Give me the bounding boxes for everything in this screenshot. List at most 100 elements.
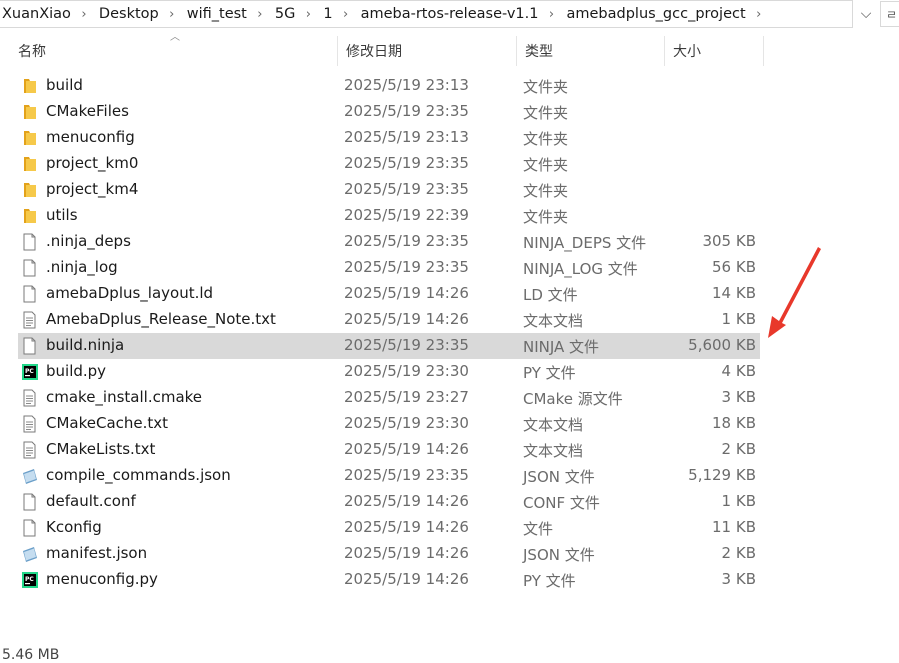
pycharm-icon: PC: [21, 363, 38, 381]
file-date: 2025/5/19 14:26: [344, 284, 469, 302]
breadcrumb-separator-icon[interactable]: ›: [159, 7, 185, 22]
file-row[interactable]: compile_commands.json 2025/5/19 23:35 JSON…: [18, 463, 760, 489]
file-row[interactable]: CMakeFiles 2025/5/19 23:35 文件夹: [18, 99, 760, 125]
file-type: CMake 源文件: [523, 390, 623, 408]
file-type: 文本文档: [523, 442, 584, 460]
file-date: 2025/5/19 14:26: [344, 518, 469, 536]
file-size: 1 KB: [721, 310, 756, 328]
refresh-glyph: ㄹ: [886, 7, 898, 22]
file-row[interactable]: CMakeCache.txt 2025/5/19 23:30 文本文档 18 KB: [18, 411, 760, 437]
file-type: NINJA_LOG 文件: [523, 260, 638, 278]
address-bar[interactable]: XuanXiao › Desktop › wifi_test › 5G › 1 › ameba-rt…: [0, 0, 853, 28]
breadcrumb-separator-icon[interactable]: ›: [333, 7, 359, 22]
text-file-icon: [21, 441, 38, 459]
breadcrumb-item[interactable]: Desktop: [97, 6, 159, 22]
file-date: 2025/5/19 14:26: [344, 492, 469, 510]
file-size: 14 KB: [712, 284, 756, 302]
file-name: AmebaDplus_Release_Note.txt: [46, 310, 276, 328]
text-file-icon: [21, 415, 38, 433]
file-row[interactable]: menuconfig 2025/5/19 23:13 文件夹: [18, 125, 760, 151]
breadcrumb-separator-icon[interactable]: ›: [247, 7, 273, 22]
breadcrumb-item[interactable]: 1: [321, 6, 332, 22]
address-history-dropdown[interactable]: ⌵: [856, 4, 876, 24]
file-type: LD 文件: [523, 286, 578, 304]
column-header-size[interactable]: 大小: [664, 36, 764, 66]
file-type: 文件夹: [523, 182, 569, 200]
file-name: Kconfig: [46, 518, 102, 536]
column-header-name[interactable]: 名称: [18, 36, 336, 66]
file-icon: [21, 259, 38, 277]
file-date: 2025/5/19 23:13: [344, 76, 469, 94]
file-date: 2025/5/19 23:30: [344, 362, 469, 380]
breadcrumb-item[interactable]: 5G: [273, 6, 295, 22]
file-row[interactable]: project_km4 2025/5/19 23:35 文件夹: [18, 177, 760, 203]
file-name: amebaDplus_layout.ld: [46, 284, 214, 302]
file-size: 11 KB: [712, 518, 756, 536]
breadcrumb-separator-icon[interactable]: ›: [295, 7, 321, 22]
file-name: build.py: [46, 362, 107, 380]
file-row[interactable]: amebaDplus_layout.ld 2025/5/19 14:26 LD 文件…: [18, 281, 760, 307]
file-row[interactable]: default.conf 2025/5/19 14:26 CONF 文件 1 KB: [18, 489, 760, 515]
file-name: .ninja_log: [46, 258, 118, 276]
file-size: 4 KB: [721, 362, 756, 380]
folder-icon: [21, 155, 38, 173]
file-row[interactable]: PC menuconfig.py 2025/5/19 14:26 PY 文件 3 KB: [18, 567, 760, 593]
folder-icon: [21, 103, 38, 121]
file-size: 5,600 KB: [688, 336, 756, 354]
file-row[interactable]: project_km0 2025/5/19 23:35 文件夹: [18, 151, 760, 177]
file-size: 2 KB: [721, 544, 756, 562]
file-row[interactable]: AmebaDplus_Release_Note.txt 2025/5/19 14:…: [18, 307, 760, 333]
column-header-type[interactable]: 类型: [516, 36, 664, 66]
folder-icon: [21, 207, 38, 225]
file-row[interactable]: .ninja_deps 2025/5/19 23:35 NINJA_DEPS 文件 3…: [18, 229, 760, 255]
breadcrumb-separator-icon[interactable]: ›: [71, 7, 97, 22]
file-name: build: [46, 76, 83, 94]
svg-text:PC: PC: [25, 576, 34, 583]
file-row[interactable]: build.ninja 2025/5/19 23:35 NINJA 文件 5,600 …: [18, 333, 760, 359]
file-date: 2025/5/19 23:35: [344, 232, 469, 250]
json-icon: [21, 467, 38, 485]
chevron-down-icon: ⌵: [860, 6, 872, 22]
file-size: 3 KB: [721, 388, 756, 406]
file-row[interactable]: .ninja_log 2025/5/19 23:35 NINJA_LOG 文件 56 …: [18, 255, 760, 281]
file-row[interactable]: CMakeLists.txt 2025/5/19 14:26 文本文档 2 KB: [18, 437, 760, 463]
file-icon: [21, 233, 38, 251]
file-type: 文件夹: [523, 156, 569, 174]
file-date: 2025/5/19 14:26: [344, 310, 469, 328]
file-date: 2025/5/19 23:35: [344, 154, 469, 172]
file-type: 文件夹: [523, 130, 569, 148]
file-name: compile_commands.json: [46, 466, 231, 484]
file-name: CMakeLists.txt: [46, 440, 156, 458]
file-name: manifest.json: [46, 544, 148, 562]
column-header-date[interactable]: 修改日期: [337, 36, 515, 66]
breadcrumb-item[interactable]: XuanXiao: [0, 6, 71, 22]
breadcrumb-separator-icon[interactable]: ›: [538, 7, 564, 22]
file-date: 2025/5/19 22:39: [344, 206, 469, 224]
breadcrumb-item[interactable]: amebadplus_gcc_project: [564, 6, 745, 22]
file-type: JSON 文件: [523, 468, 595, 486]
file-date: 2025/5/19 14:26: [344, 440, 469, 458]
file-date: 2025/5/19 23:35: [344, 466, 469, 484]
file-icon: [21, 285, 38, 303]
file-row[interactable]: utils 2025/5/19 22:39 文件夹: [18, 203, 760, 229]
file-row[interactable]: Kconfig 2025/5/19 14:26 文件 11 KB: [18, 515, 760, 541]
file-row[interactable]: build 2025/5/19 23:13 文件夹: [18, 73, 760, 99]
json-icon: [21, 545, 38, 563]
breadcrumb-item[interactable]: ameba-rtos-release-v1.1: [359, 6, 539, 22]
file-name: project_km0: [46, 154, 139, 172]
file-type: 文件夹: [523, 208, 569, 226]
breadcrumb-separator-icon[interactable]: ›: [746, 7, 772, 22]
file-row[interactable]: manifest.json 2025/5/19 14:26 JSON 文件 2 KB: [18, 541, 760, 567]
file-size: 3 KB: [721, 570, 756, 588]
file-type: 文件夹: [523, 104, 569, 122]
file-icon: [21, 493, 38, 511]
folder-icon: [21, 181, 38, 199]
file-row[interactable]: PC build.py 2025/5/19 23:30 PY 文件 4 KB: [18, 359, 760, 385]
file-date: 2025/5/19 23:35: [344, 258, 469, 276]
file-name: utils: [46, 206, 78, 224]
breadcrumb-item[interactable]: wifi_test: [185, 6, 247, 22]
refresh-button[interactable]: ㄹ: [880, 1, 899, 27]
file-type: NINJA_DEPS 文件: [523, 234, 647, 252]
file-row[interactable]: cmake_install.cmake 2025/5/19 23:27 CMake …: [18, 385, 760, 411]
folder-icon: [21, 77, 38, 95]
